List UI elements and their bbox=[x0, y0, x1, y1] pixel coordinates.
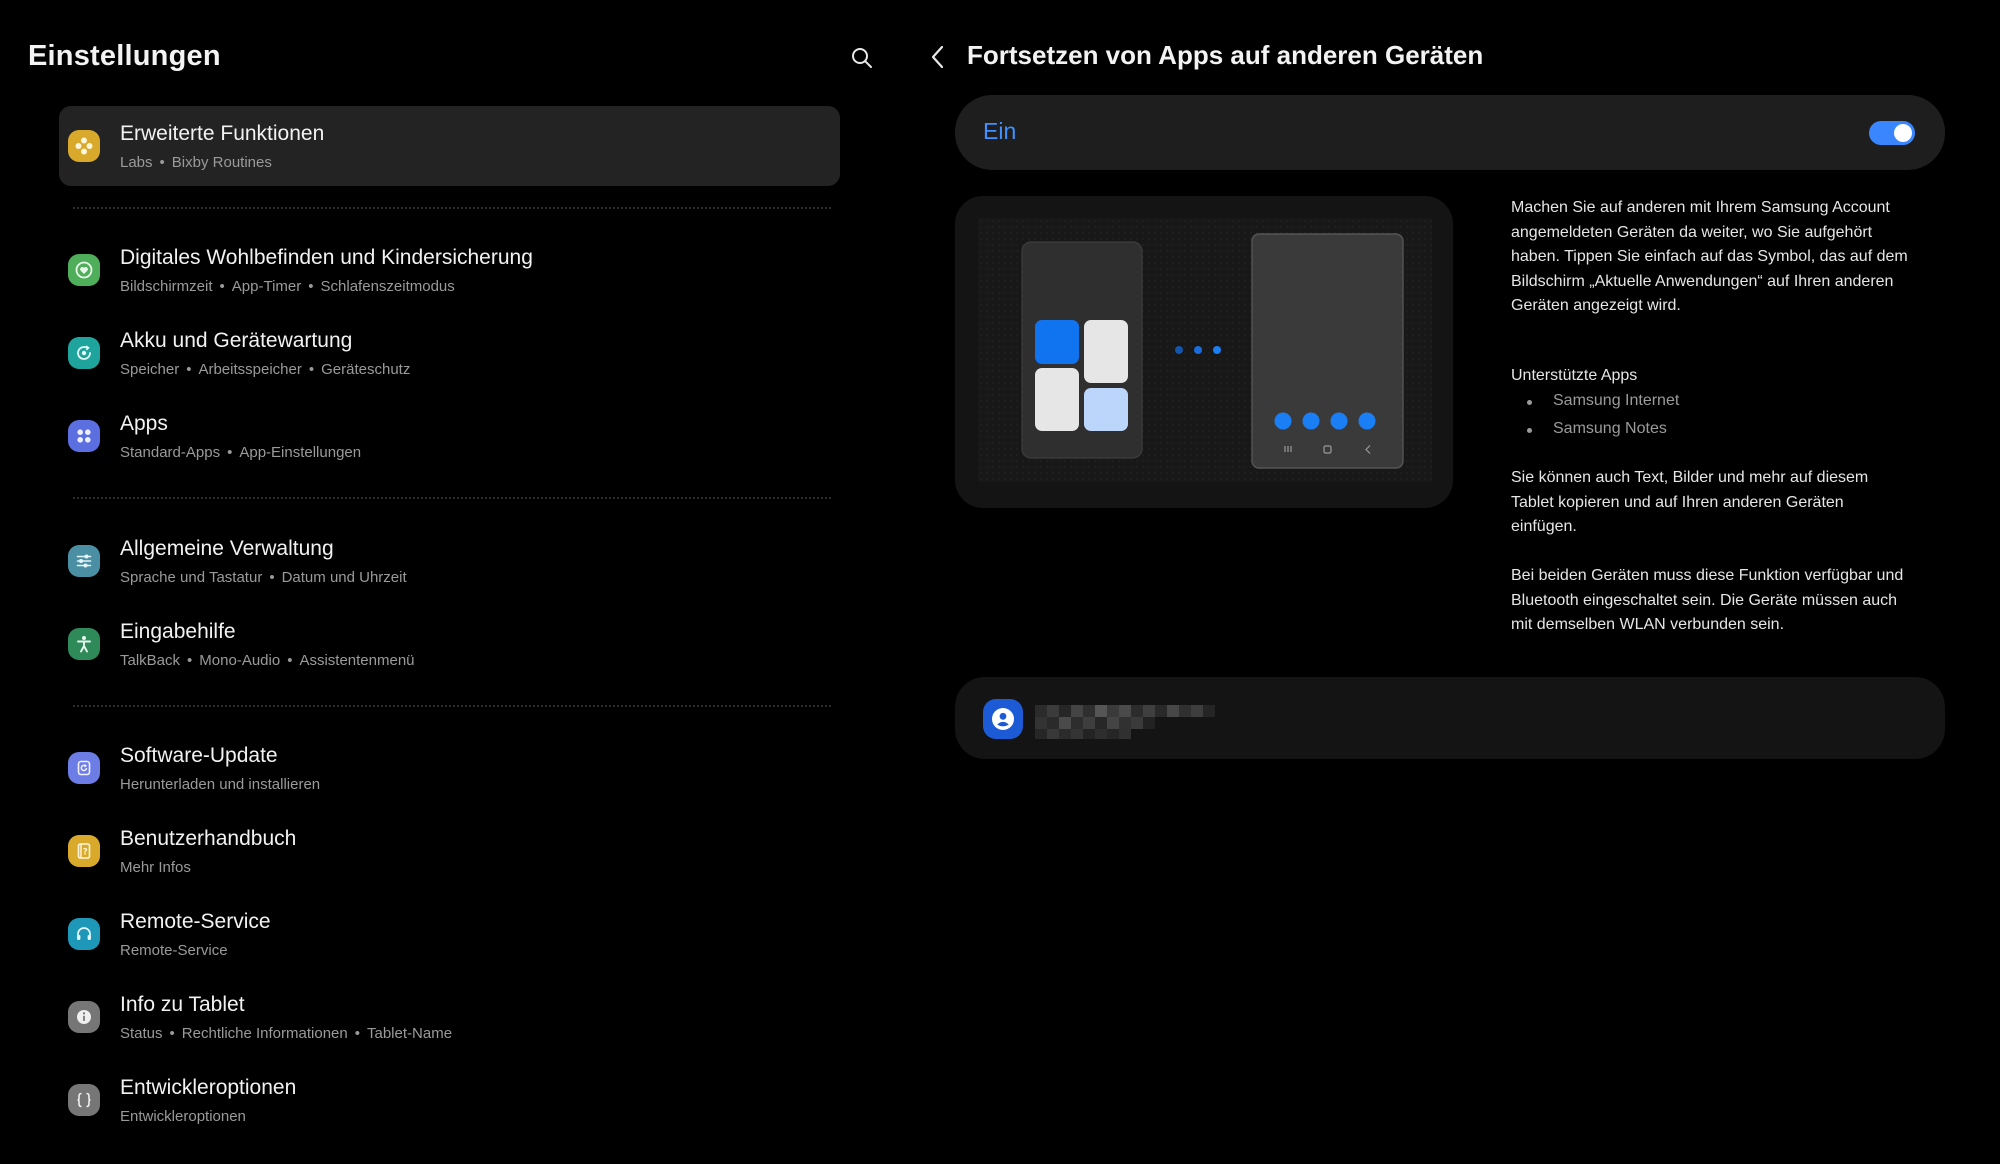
headset-icon bbox=[68, 918, 100, 950]
menu-item-subtitle: Speicher • Arbeitsspeicher • Geräteschutz bbox=[120, 361, 411, 378]
menu-item-akku[interactable]: Akku und Gerätewartung Speicher • Arbeitss… bbox=[59, 313, 840, 393]
menu-item-apps[interactable]: Apps Standard-Apps • App-Einstellungen bbox=[59, 396, 840, 476]
switch-knob bbox=[1894, 124, 1912, 142]
device-care-icon bbox=[68, 337, 100, 369]
feature-toggle-row[interactable]: Ein bbox=[955, 95, 1945, 170]
menu-item-title: Eingabehilfe bbox=[120, 620, 236, 643]
braces-icon bbox=[68, 1084, 100, 1116]
menu-item-subtitle: Standard-Apps • App-Einstellungen bbox=[120, 444, 362, 461]
update-icon bbox=[68, 752, 100, 784]
menu-item-title: Benutzerhandbuch bbox=[120, 827, 297, 850]
menu-item-title: Info zu Tablet bbox=[120, 993, 245, 1016]
menu-item-title: Akku und Gerätewartung bbox=[120, 329, 353, 352]
menu-item-remote-service[interactable]: Remote-Service Remote-Service bbox=[59, 894, 840, 974]
menu-item-erweiterte-funktionen[interactable]: Erweiterte Funktionen Labs • Bixby Routine… bbox=[59, 106, 840, 186]
menu-item-title: Entwickleroptionen bbox=[120, 1076, 297, 1099]
menu-item-subtitle: Entwickleroptionen bbox=[120, 1108, 246, 1125]
svg-text:?: ? bbox=[83, 848, 88, 858]
accessibility-icon bbox=[68, 628, 100, 660]
description-text-2: Sie können auch Text, Bilder und mehr au… bbox=[1511, 469, 1869, 535]
manual-book-icon: ? bbox=[68, 835, 100, 867]
heart-circle-icon bbox=[68, 254, 100, 286]
search-icon bbox=[852, 48, 872, 68]
menu-item-subtitle: Status • Rechtliche Informationen • Tablet-N… bbox=[120, 1025, 453, 1042]
description-text-1: Machen Sie auf anderen mit Ihrem Samsung… bbox=[1511, 199, 1908, 314]
illustration-background bbox=[978, 218, 1432, 482]
sliders-icon bbox=[68, 545, 100, 577]
search-button[interactable] bbox=[846, 42, 878, 74]
menu-item-subtitle: Sprache und Tastatur • Datum und Uhrzeit bbox=[120, 569, 407, 586]
menu-item-software-update[interactable]: Software-Update Herunterladen und instal… bbox=[59, 728, 840, 808]
description-text-3: Bei beiden Geräten muss diese Funktion v… bbox=[1511, 567, 1904, 633]
menu-item-subtitle: Mehr Infos bbox=[120, 859, 191, 876]
menu-item-subtitle: Herunterladen und installieren bbox=[120, 776, 321, 793]
info-icon bbox=[68, 1001, 100, 1033]
menu-item-title: Erweiterte Funktionen bbox=[120, 122, 325, 145]
master-switch[interactable] bbox=[1869, 121, 1915, 145]
menu-item-title: Digitales Wohlbefinden und Kindersicheru… bbox=[120, 246, 533, 269]
divider bbox=[73, 207, 831, 209]
redacted-account-name bbox=[1035, 695, 1220, 743]
menu-item-subtitle: Remote-Service bbox=[120, 942, 228, 959]
menu-item-entwickleroptionen[interactable]: Entwickleroptionen Entwickleroptionen bbox=[59, 1060, 840, 1140]
account-icon bbox=[983, 699, 1023, 739]
apps-grid-icon bbox=[68, 420, 100, 452]
back-chevron-icon bbox=[931, 45, 944, 69]
supported-apps-heading: Unterstützte Apps bbox=[1511, 367, 1638, 384]
menu-item-title: Apps bbox=[120, 412, 168, 435]
menu-item-info-zu-tablet[interactable]: Info zu Tablet Status • Rechtliche Informa… bbox=[59, 977, 840, 1057]
toggle-state-label: Ein bbox=[983, 118, 1017, 144]
menu-item-subtitle: Bildschirmzeit • App-Timer • Schlafenszeitmo… bbox=[120, 278, 455, 295]
divider bbox=[73, 497, 831, 499]
menu-item-digitales-wohlbefinden[interactable]: Digitales Wohlbefinden und Kindersicheru… bbox=[59, 230, 840, 310]
continue-apps-illustration bbox=[1021, 233, 1404, 469]
menu-item-title: Software-Update bbox=[120, 744, 278, 767]
menu-item-title: Remote-Service bbox=[120, 910, 271, 933]
feature-illustration bbox=[955, 196, 1453, 508]
menu-item-subtitle: Labs • Bixby Routines bbox=[120, 154, 272, 171]
divider bbox=[73, 705, 831, 707]
settings-list-pane: Einstellungen Erweiterte Funktionen Labs… bbox=[0, 0, 900, 1164]
menu-item-allgemeine-verwaltung[interactable]: Allgemeine Verwaltung Sprache und Tastat… bbox=[59, 521, 840, 601]
menu-item-benutzerhandbuch[interactable]: ? Benutzerhandbuch Mehr Infos bbox=[59, 811, 840, 891]
samsung-account-row[interactable] bbox=[955, 677, 1945, 759]
back-button[interactable] bbox=[924, 40, 952, 74]
page-title: Einstellungen bbox=[28, 40, 221, 72]
menu-item-title: Allgemeine Verwaltung bbox=[120, 537, 334, 560]
menu-item-subtitle: TalkBack • Mono-Audio • Assistentenmenü bbox=[120, 652, 415, 669]
detail-page-title: Fortsetzen von Apps auf anderen Geräten bbox=[967, 40, 1484, 70]
gear-flower-icon bbox=[68, 130, 100, 162]
menu-item-eingabehilfe[interactable]: Eingabehilfe TalkBack • Mono-Audio • Assiste… bbox=[59, 604, 840, 684]
